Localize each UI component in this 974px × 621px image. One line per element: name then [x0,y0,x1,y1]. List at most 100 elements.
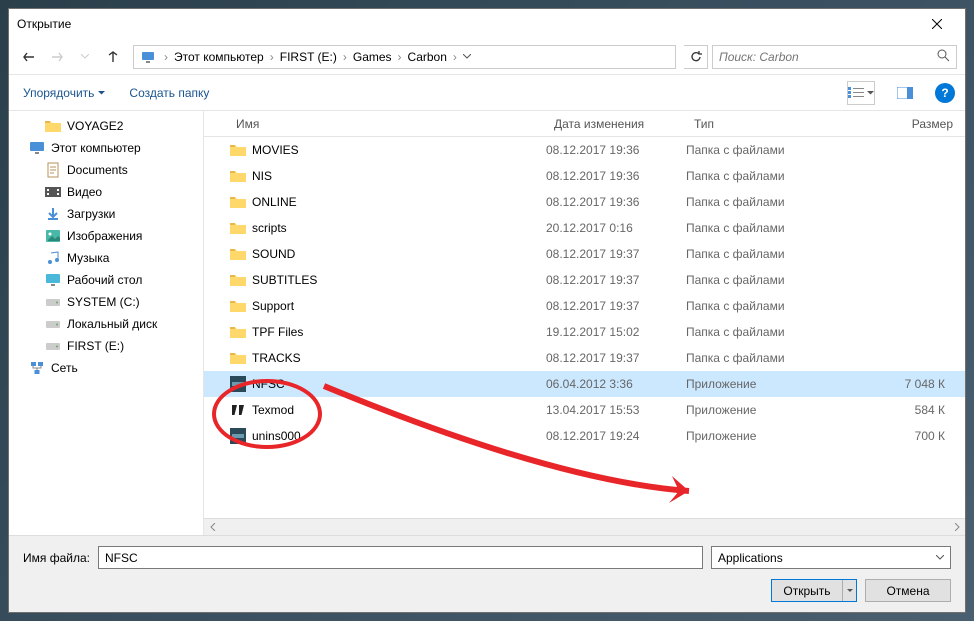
file-row[interactable]: TRACKS 08.12.2017 19:37 Папка с файлами [204,345,965,371]
chevron-left-icon [210,523,216,531]
breadcrumb-dropdown[interactable] [459,46,475,68]
folder-icon [228,247,248,261]
file-row[interactable]: Texmod 13.04.2017 15:53 Приложение 584 К [204,397,965,423]
sidebar-item[interactable]: Музыка [9,247,203,269]
sidebar-item[interactable]: Загрузки [9,203,203,225]
folder-icon [228,169,248,183]
breadcrumb-segment[interactable]: Этот компьютер [170,46,268,68]
chevron-down-icon [847,589,853,593]
file-name: SUBTITLES [248,273,546,287]
chevron-down-icon [81,54,89,59]
file-name: TRACKS [248,351,546,365]
location-pc-icon [138,47,158,67]
filename-input[interactable] [98,546,703,569]
new-folder-button[interactable]: Создать папку [125,82,213,104]
file-name: unins000 [248,429,546,443]
breadcrumb-sep: › [396,50,404,64]
file-row[interactable]: unins000 08.12.2017 19:24 Приложение 700… [204,423,965,449]
column-headers: Имя Дата изменения Тип Размер [204,111,965,137]
file-type: Папка с файлами [686,247,836,261]
col-name[interactable]: Имя [228,117,546,131]
cancel-button[interactable]: Отмена [865,579,951,602]
file-type: Папка с файлами [686,169,836,183]
sidebar-label: Загрузки [67,207,115,221]
folder-icon [45,118,61,134]
navigation-bar: › Этот компьютер›FIRST (E:)›Games›Carbon… [9,39,965,75]
file-type: Папка с файлами [686,221,836,235]
sidebar-item[interactable]: FIRST (E:) [9,335,203,357]
forward-button[interactable] [45,45,69,69]
file-type: Папка с файлами [686,273,836,287]
file-row[interactable]: MOVIES 08.12.2017 19:36 Папка с файлами [204,137,965,163]
search-input[interactable] [719,50,937,64]
file-row[interactable]: TPF Files 19.12.2017 15:02 Папка с файла… [204,319,965,345]
sidebar-label: Видео [67,185,102,199]
col-type[interactable]: Тип [686,117,836,131]
sidebar-item[interactable]: Локальный диск [9,313,203,335]
col-size[interactable]: Размер [836,117,965,131]
close-button[interactable] [917,9,957,39]
chevron-down-icon [463,54,471,59]
sidebar-tree[interactable]: VOYAGE2 Этот компьютерDocuments Видео Загру… [9,111,204,535]
preview-pane-button[interactable] [891,81,919,105]
file-date: 08.12.2017 19:36 [546,195,686,209]
file-row[interactable]: NIS 08.12.2017 19:36 Папка с файлами [204,163,965,189]
file-row[interactable]: NFSC 06.04.2012 3:36 Приложение 7 048 К [204,371,965,397]
sidebar-item[interactable]: SYSTEM (C:) [9,291,203,313]
scroll-left-button[interactable] [204,519,221,536]
breadcrumb[interactable]: › Этот компьютер›FIRST (E:)›Games›Carbon… [133,45,676,69]
sidebar-item[interactable]: Documents [9,159,203,181]
video-icon [45,184,61,200]
file-date: 19.12.2017 15:02 [546,325,686,339]
open-button[interactable]: Открыть [771,579,857,602]
breadcrumb-segment[interactable]: Games [349,46,396,68]
folder-icon [228,195,248,209]
search-icon [937,49,950,65]
breadcrumb-segment[interactable]: FIRST (E:) [276,46,341,68]
sidebar-label: VOYAGE2 [67,119,123,133]
file-name: TPF Files [248,325,546,339]
file-row[interactable]: scripts 20.12.2017 0:16 Папка с файлами [204,215,965,241]
file-row[interactable]: Support 08.12.2017 19:37 Папка с файлами [204,293,965,319]
img-icon [45,228,61,244]
desk-icon [45,272,61,288]
file-type: Приложение [686,429,836,443]
refresh-button[interactable] [684,45,708,69]
sidebar-item[interactable]: VOYAGE2 [9,115,203,137]
open-dropdown[interactable] [842,580,856,601]
view-mode-button[interactable] [847,81,875,105]
sidebar-item[interactable]: Этот компьютер [9,137,203,159]
sidebar-item[interactable]: Видео [9,181,203,203]
sidebar-item[interactable]: Рабочий стол [9,269,203,291]
down-icon [45,206,61,222]
file-row[interactable]: SUBTITLES 08.12.2017 19:37 Папка с файла… [204,267,965,293]
folder-icon [228,351,248,365]
help-button[interactable]: ? [935,83,955,103]
file-date: 08.12.2017 19:37 [546,247,686,261]
doc-icon [45,162,61,178]
back-button[interactable] [17,45,41,69]
sidebar-item[interactable]: Изображения [9,225,203,247]
search-box[interactable] [712,45,957,69]
sidebar-label: FIRST (E:) [67,339,124,353]
cancel-label: Отмена [886,584,929,598]
horizontal-scrollbar[interactable] [204,518,965,535]
file-list[interactable]: MOVIES 08.12.2017 19:36 Папка с файлами … [204,137,965,518]
file-size: 700 К [836,429,965,443]
filetype-select[interactable]: Applications [711,546,951,569]
organize-button[interactable]: Упорядочить [19,82,109,104]
chevron-right-icon [954,523,960,531]
file-row[interactable]: SOUND 08.12.2017 19:37 Папка с файлами [204,241,965,267]
recent-dropdown[interactable] [73,45,97,69]
up-button[interactable] [101,45,125,69]
view-list-icon [848,87,864,99]
scroll-right-button[interactable] [948,519,965,536]
file-row[interactable]: ONLINE 08.12.2017 19:36 Папка с файлами [204,189,965,215]
file-name: Support [248,299,546,313]
file-type: Папка с файлами [686,143,836,157]
sidebar-label: Сеть [51,361,78,375]
file-date: 06.04.2012 3:36 [546,377,686,391]
col-date[interactable]: Дата изменения [546,117,686,131]
sidebar-item[interactable]: Сеть [9,357,203,379]
breadcrumb-segment[interactable]: Carbon [404,46,451,68]
